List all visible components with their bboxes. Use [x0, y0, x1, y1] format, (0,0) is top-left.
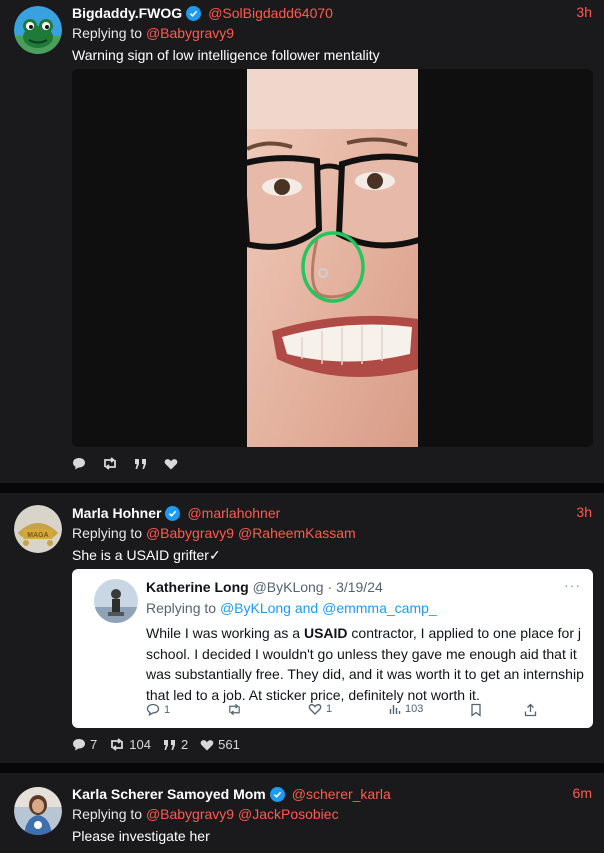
share-button[interactable]	[524, 703, 537, 717]
tweet-text: Please investigate her	[72, 828, 210, 844]
timestamp[interactable]: 6m	[573, 785, 592, 801]
views-icon	[389, 705, 401, 714]
timestamp[interactable]: 3h	[576, 4, 592, 20]
user-handle[interactable]: @scherer_karla	[292, 786, 391, 802]
quoted-text: While I was working as a USAID contracto…	[146, 625, 584, 703]
tweet-card[interactable]: Bigdaddy.FWOG @SolBigdadd64070 3h Replyi…	[0, 0, 604, 483]
like-icon	[308, 704, 322, 715]
svg-text:MAGA: MAGA	[27, 532, 48, 539]
divider	[0, 483, 604, 493]
quote-button[interactable]	[134, 458, 152, 470]
tweet-card[interactable]: Karla Scherer Samoyed Mom @scherer_karla…	[0, 773, 604, 853]
quoted-date[interactable]: 3/19/24	[336, 579, 383, 595]
quoted-avatar[interactable]	[94, 579, 138, 623]
user-handle[interactable]: @marlahohner	[187, 505, 280, 521]
quote-icon	[163, 739, 175, 750]
display-name[interactable]: Marla Hohner	[72, 505, 161, 521]
verified-badge-icon	[186, 5, 202, 21]
repost-button[interactable]: 104	[109, 737, 151, 752]
quote-button[interactable]: 2	[163, 737, 188, 752]
replying-to: Replying to @Babygravy9 @RaheemKassam	[72, 525, 356, 541]
repost-icon	[111, 738, 124, 751]
timestamp[interactable]: 3h	[576, 504, 592, 520]
like-count: 561	[218, 737, 240, 752]
tweet-actions	[72, 457, 182, 470]
reply-icon	[146, 703, 160, 716]
reply-button[interactable]	[72, 457, 90, 470]
quoted-views-button[interactable]: 103	[389, 703, 423, 715]
bookmark-button[interactable]	[470, 703, 482, 717]
replying-to: Replying to @Babygravy9	[72, 25, 235, 41]
more-options-icon[interactable]: ···	[564, 577, 581, 593]
quoted-like-button[interactable]: 1	[308, 703, 332, 715]
mention-link[interactable]: @Babygravy9	[146, 806, 234, 822]
tweet-image[interactable]	[72, 69, 593, 447]
like-button[interactable]	[164, 458, 182, 470]
display-name[interactable]: Karla Scherer Samoyed Mom	[72, 786, 266, 802]
tweet-actions: 7 104 2 561	[72, 737, 240, 752]
reply-count: 7	[90, 737, 98, 752]
quoted-display-name[interactable]: Katherine Long	[146, 579, 249, 595]
like-button[interactable]: 561	[200, 737, 240, 752]
verified-badge-icon	[269, 786, 285, 802]
avatar[interactable]: MAGA	[14, 505, 62, 553]
quoted-repost-button[interactable]	[227, 703, 246, 716]
user-handle[interactable]: @SolBigdadd64070	[208, 5, 333, 21]
display-name[interactable]: Bigdaddy.FWOG	[72, 5, 182, 21]
verified-badge-icon	[165, 505, 181, 521]
quoted-actions: 1 1 103	[146, 703, 546, 721]
share-icon	[524, 703, 537, 717]
avatar[interactable]	[14, 6, 62, 54]
repost-button[interactable]	[102, 457, 122, 470]
avatar[interactable]	[14, 787, 62, 835]
divider	[0, 763, 604, 773]
quoted-header: Katherine Long @ByKLong · 3/19/24	[146, 579, 383, 595]
repost-count: 104	[129, 737, 151, 752]
tweet-text: Warning sign of low intelligence followe…	[72, 47, 380, 63]
mention-link[interactable]: @RaheemKassam	[238, 525, 356, 541]
mention-link[interactable]: @JackPosobiec	[238, 806, 339, 822]
mention-link[interactable]: @Babygravy9	[146, 525, 234, 541]
reply-button[interactable]: 7	[72, 737, 97, 752]
tweet-text: She is a USAID grifter✓	[72, 547, 221, 563]
reply-icon	[73, 458, 85, 470]
quoted-tweet[interactable]: Katherine Long @ByKLong · 3/19/24 ··· Re…	[72, 569, 593, 728]
like-icon	[200, 739, 214, 750]
reply-icon	[73, 739, 85, 751]
repost-icon	[104, 457, 116, 470]
face-photo	[247, 69, 418, 447]
repost-icon	[229, 703, 240, 716]
bookmark-icon	[471, 703, 481, 717]
quoted-replying-to: Replying to @ByKLong and @emmma_camp_	[146, 600, 437, 616]
quote-count: 2	[180, 737, 189, 752]
quoted-mention-link[interactable]: @ByKLong and @emmma_camp_	[220, 600, 437, 616]
replying-to: Replying to @Babygravy9 @JackPosobiec	[72, 806, 339, 822]
quote-icon	[135, 458, 146, 469]
quoted-handle[interactable]: @ByKLong	[253, 579, 324, 595]
mention-link[interactable]: @Babygravy9	[146, 25, 234, 41]
quoted-reply-button[interactable]: 1	[146, 703, 170, 716]
like-icon	[164, 458, 178, 469]
